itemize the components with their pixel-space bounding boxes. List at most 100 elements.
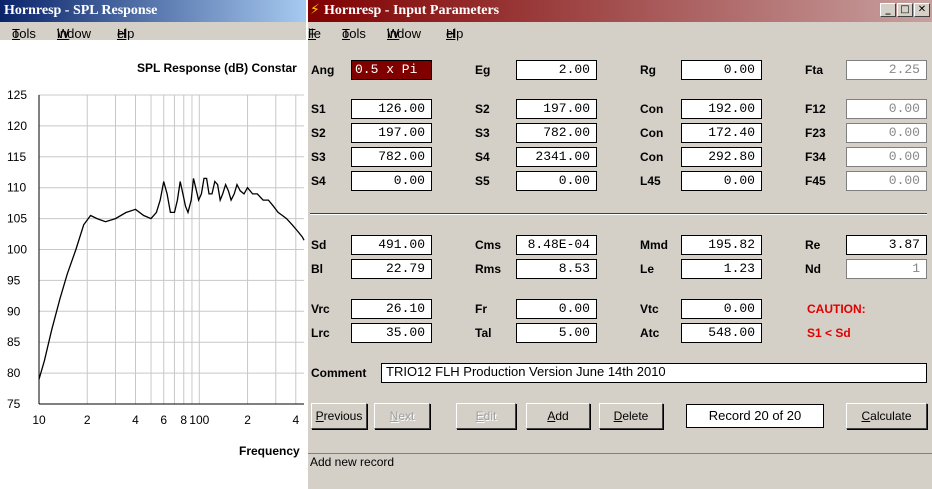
param-label-re: Re [805, 238, 821, 252]
param-field-f45: 0.00 [846, 171, 927, 191]
param-field-f12: 0.00 [846, 99, 927, 119]
input-window-titlebar[interactable]: ⚡ Hornresp - Input Parameters _ □ ✕ [308, 0, 932, 22]
y-tick-label: 120 [7, 119, 27, 133]
add-button[interactable]: Add [526, 403, 590, 429]
param-field-fta: 2.25 [846, 60, 927, 80]
param-field-lrc[interactable]: 35.00 [351, 323, 432, 343]
param-field-s1[interactable]: 126.00 [351, 99, 432, 119]
param-field-vtc[interactable]: 0.00 [681, 299, 762, 319]
param-label-f23: F23 [805, 126, 826, 140]
y-tick-label: 100 [7, 243, 27, 257]
param-field-s4[interactable]: 2341.00 [516, 147, 597, 167]
y-tick-label: 125 [7, 88, 27, 102]
maximize-button[interactable]: □ [897, 3, 913, 17]
param-label-s1: S1 [311, 102, 326, 116]
param-label-eg: Eg [475, 63, 491, 77]
x-axis-label: Frequency [239, 444, 300, 458]
x-tick-label: 4 [292, 413, 299, 427]
y-tick-label: 90 [7, 304, 21, 318]
x-tick-label: 10 [32, 413, 46, 427]
param-field-f23: 0.00 [846, 123, 927, 143]
param-field-s3[interactable]: 782.00 [351, 147, 432, 167]
param-label-le: Le [640, 262, 655, 276]
param-label-s5: S5 [475, 174, 490, 188]
param-field-s4[interactable]: 0.00 [351, 171, 432, 191]
param-label-con: Con [640, 126, 664, 140]
param-field-f34: 0.00 [846, 147, 927, 167]
button-label: dd [555, 409, 569, 423]
menu-label: indow [387, 26, 421, 41]
button-label: ext [398, 409, 415, 423]
section-divider [310, 213, 927, 215]
button-label: alculate [870, 409, 912, 423]
param-label-mmd: Mmd [640, 238, 668, 252]
comment-field[interactable]: TRIO12 FLH Production Version June 14th … [381, 363, 927, 383]
param-field-con[interactable]: 172.40 [681, 123, 762, 143]
button-label: dit [483, 409, 497, 423]
calculate-button[interactable]: Calculate [846, 403, 927, 429]
param-label-con: Con [640, 102, 664, 116]
previous-button[interactable]: Previous [311, 403, 367, 429]
param-label-tal: Tal [475, 326, 492, 340]
next-button[interactable]: Next [374, 403, 430, 429]
menu-label: ile [308, 26, 322, 41]
button-mnemonic: D [613, 409, 623, 423]
param-label-bl: Bl [311, 262, 323, 276]
param-field-s3[interactable]: 782.00 [516, 123, 597, 143]
param-label-vrc: Vrc [311, 302, 330, 316]
param-label-s4: S4 [475, 150, 490, 164]
comment-label: Comment [311, 366, 367, 380]
spl-chart: 758085909510010511011512012510 2 4 6 8 100 2 4 [7, 88, 305, 427]
delete-button[interactable]: Delete [599, 403, 663, 429]
param-field-s5[interactable]: 0.00 [516, 171, 597, 191]
param-label-rms: Rms [475, 262, 502, 276]
param-field-s2[interactable]: 197.00 [351, 123, 432, 143]
param-label-f45: F45 [805, 174, 826, 188]
param-label-s3: S3 [475, 126, 490, 140]
y-tick-label: 75 [7, 397, 21, 411]
param-label-vtc: Vtc [640, 302, 659, 316]
hornresp-app-icon[interactable]: ⚡ [310, 3, 322, 18]
input-parameters-window: ⚡ Hornresp - Input Parameters _ □ ✕ File… [306, 0, 932, 489]
param-field-s2[interactable]: 197.00 [516, 99, 597, 119]
param-field-eg[interactable]: 2.00 [516, 60, 597, 80]
param-field-re[interactable]: 3.87 [846, 235, 927, 255]
param-label-f34: F34 [805, 150, 826, 164]
minimize-button[interactable]: _ [880, 3, 896, 17]
param-field-l45[interactable]: 0.00 [681, 171, 762, 191]
param-label-nd: Nd [805, 262, 821, 276]
param-field-rms[interactable]: 8.53 [516, 259, 597, 279]
param-label-f12: F12 [805, 102, 826, 116]
param-field-con[interactable]: 292.80 [681, 147, 762, 167]
y-tick-label: 95 [7, 273, 21, 287]
menu-label: ools [342, 26, 366, 41]
caution-title: CAUTION: [807, 302, 866, 316]
param-field-vrc[interactable]: 26.10 [351, 299, 432, 319]
y-tick-label: 115 [7, 150, 26, 164]
param-field-bl[interactable]: 22.79 [351, 259, 432, 279]
param-label-con: Con [640, 150, 664, 164]
param-label-s2: S2 [475, 102, 490, 116]
param-field-tal[interactable]: 5.00 [516, 323, 597, 343]
param-field-fr[interactable]: 0.00 [516, 299, 597, 319]
param-field-cms[interactable]: 8.48E-04 [516, 235, 597, 255]
close-button[interactable]: ✕ [914, 3, 930, 17]
param-label-lrc: Lrc [311, 326, 330, 340]
param-field-le[interactable]: 1.23 [681, 259, 762, 279]
param-field-sd[interactable]: 491.00 [351, 235, 432, 255]
param-label-rg: Rg [640, 63, 656, 77]
x-tick-label: 8 [180, 413, 187, 427]
param-field-atc[interactable]: 548.00 [681, 323, 762, 343]
x-tick-label: 100 [189, 413, 209, 427]
edit-button[interactable]: Edit [456, 403, 516, 429]
param-field-con[interactable]: 192.00 [681, 99, 762, 119]
param-field-ang[interactable]: 0.5 x Pi [351, 60, 432, 80]
x-tick-label: 6 [160, 413, 167, 427]
x-tick-label: 2 [84, 413, 91, 427]
param-label-s4: S4 [311, 174, 326, 188]
button-mnemonic: E [475, 409, 484, 423]
param-field-rg[interactable]: 0.00 [681, 60, 762, 80]
y-tick-label: 85 [7, 335, 21, 349]
param-field-mmd[interactable]: 195.82 [681, 235, 762, 255]
y-tick-label: 105 [7, 212, 27, 226]
